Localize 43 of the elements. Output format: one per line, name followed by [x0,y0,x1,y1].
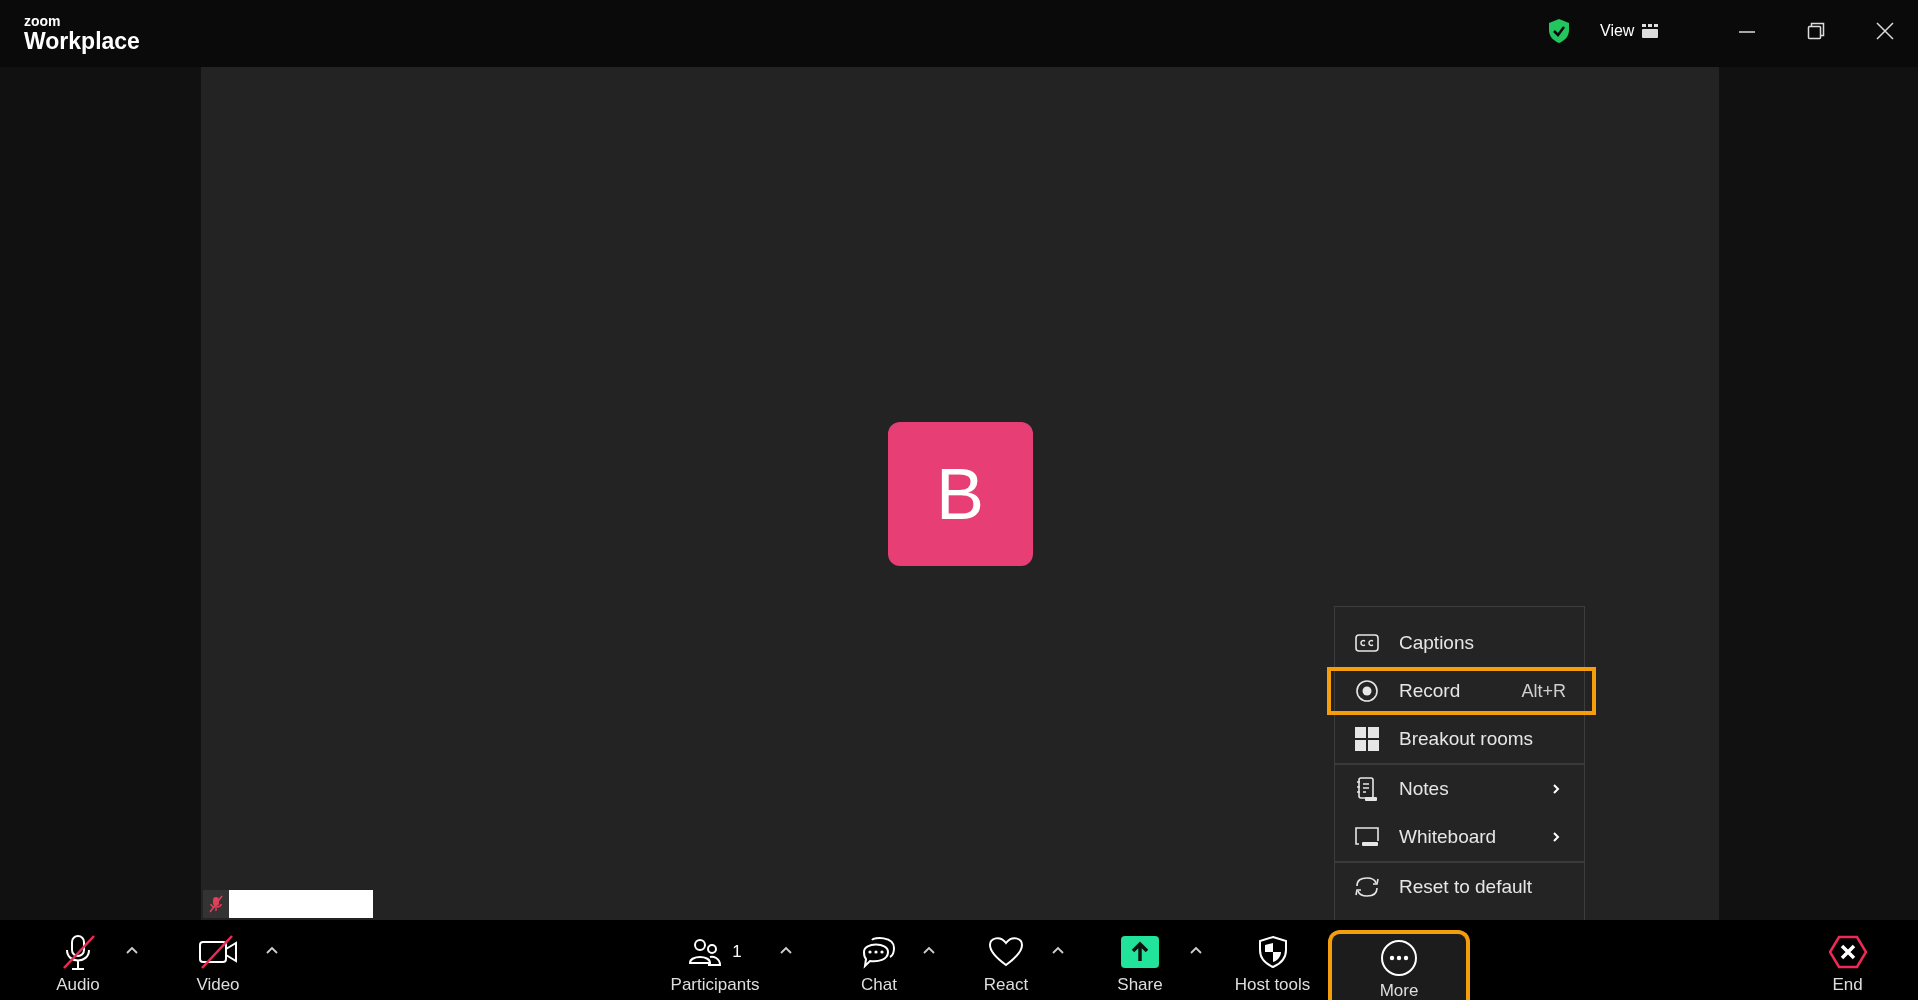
toolbar-button[interactable]: Share [1100,920,1180,1000]
toolbar-button[interactable]: Video [180,920,256,1000]
menu-item[interactable]: Reset to default [1335,863,1584,911]
caret-up-icon [1052,946,1064,954]
logo-text: Workplace [24,30,140,53]
restore-icon[interactable] [1807,22,1825,40]
ellipsis-icon [1380,939,1418,977]
camera-icon [196,933,240,971]
menu-item[interactable]: Breakout rooms [1335,715,1584,765]
participant-avatar: B [887,421,1033,566]
view-button[interactable]: View [1600,19,1659,43]
toolbar-button[interactable]: 1 Participants [660,920,770,1000]
toolbar-button[interactable]: Audio [40,920,116,1000]
record-icon [1353,679,1381,703]
grid-view-icon [1642,24,1659,38]
close-icon[interactable] [1876,22,1894,40]
caret-up-icon [923,946,935,954]
menu-item[interactable]: Record Alt+R [1327,667,1596,715]
toolbar-button[interactable]: More [1328,930,1470,1000]
caret-up-icon [1190,946,1202,954]
chat-bubble-icon [860,934,898,970]
grid-icon [1353,727,1381,751]
caret-up-icon [126,946,138,954]
toolbar-button[interactable]: End [1815,920,1880,1000]
menu-item[interactable]: Captions [1335,619,1584,667]
security-shield-icon[interactable] [1547,18,1571,44]
toolbar-button[interactable]: Host tools [1225,920,1320,1000]
people-icon [688,937,723,967]
caret-up-icon [780,946,792,954]
shield-icon [1257,935,1288,969]
menu-item[interactable]: Notes [1335,765,1584,813]
participant-count: 1 [732,941,742,964]
toolbar-button[interactable]: Chat [845,920,913,1000]
logo-text: zoom [24,14,62,28]
menu-item[interactable]: Whiteboard [1335,813,1584,863]
hexagon-x-icon [1828,935,1867,969]
keyboard-shortcut: Alt+R [1521,679,1566,703]
toolbar-button[interactable]: React [970,920,1042,1000]
whiteboard-icon [1353,826,1381,848]
heart-icon [987,935,1025,969]
captions-icon [1353,633,1381,653]
caret-up-icon [266,946,278,954]
refresh-icon [1353,875,1381,899]
